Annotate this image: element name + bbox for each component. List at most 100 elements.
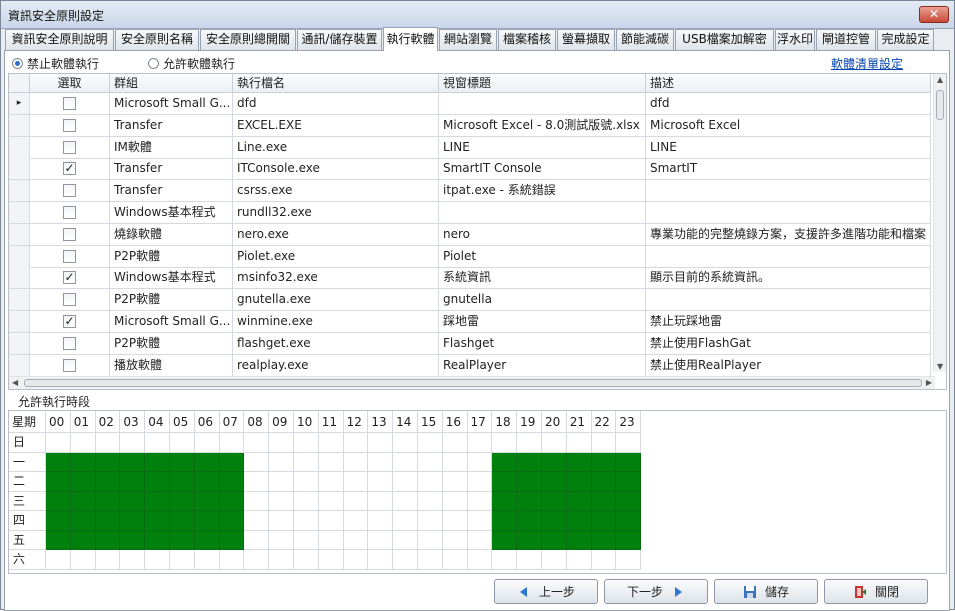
column-header-2[interactable]: 群組 [110,74,233,93]
schedule-slot[interactable] [343,472,369,492]
select-checkbox[interactable] [63,140,76,154]
exe-cell[interactable]: flashget.exe [233,332,439,355]
day-label[interactable]: 日 [9,433,46,453]
schedule-slot[interactable] [492,511,518,531]
hour-header[interactable]: 11 [318,411,344,433]
window-title-cell[interactable]: nero [439,223,646,246]
horizontal-scrollbar[interactable]: ◀ ▶ [9,376,935,389]
schedule-slot[interactable] [616,491,642,511]
schedule-slot[interactable] [591,452,617,472]
schedule-slot[interactable] [393,530,418,550]
tab-4[interactable]: 執行軟體 [383,27,438,51]
schedule-slot[interactable] [194,433,220,453]
exe-cell[interactable]: csrss.exe [233,180,439,203]
save-button[interactable]: 儲存 [714,579,818,604]
day-label[interactable]: 二 [9,472,46,492]
table-row[interactable]: Transfer csrss.exe itpat.exe - 系統錯誤 [9,180,931,203]
group-cell[interactable]: IM軟體 [110,136,233,159]
schedule-slot[interactable] [293,452,319,472]
schedule-slot[interactable] [393,433,418,453]
window-title-cell[interactable]: 踩地雷 [439,311,646,333]
tab-9[interactable]: USB檔案加解密 [675,29,774,50]
schedule-slot[interactable] [219,550,245,570]
select-checkbox[interactable] [63,358,76,372]
schedule-slot[interactable] [541,433,567,453]
schedule-slot[interactable] [591,491,617,511]
hour-header[interactable]: 00 [46,411,71,433]
column-header-5[interactable]: 描述 [646,74,931,93]
scroll-right-icon[interactable]: ▶ [926,378,932,387]
hour-header[interactable]: 10 [293,411,319,433]
schedule-slot[interactable] [566,511,592,531]
window-title-cell[interactable]: itpat.exe - 系統錯誤 [439,180,646,203]
column-header-0[interactable] [9,74,30,93]
day-label[interactable]: 一 [9,452,46,472]
exe-cell[interactable]: realplay.exe [233,354,439,377]
schedule-slot[interactable] [219,511,245,531]
scroll-left-icon[interactable]: ◀ [12,378,18,387]
schedule-slot[interactable] [541,452,567,472]
schedule-slot[interactable] [616,472,642,492]
schedule-slot[interactable] [244,530,270,550]
window-title-cell[interactable]: gnutella [439,289,646,312]
schedule-slot[interactable] [541,530,567,550]
description-cell[interactable] [646,202,931,224]
schedule-slot[interactable] [120,511,146,531]
schedule-slot[interactable] [417,511,443,531]
schedule-slot[interactable] [244,511,270,531]
schedule-slot[interactable] [145,472,170,492]
group-cell[interactable]: 燒錄軟體 [110,223,233,246]
schedule-slot[interactable] [517,452,542,472]
schedule-slot[interactable] [368,550,394,570]
day-label[interactable]: 五 [9,530,46,550]
window-title-cell[interactable]: Piolet [439,245,646,268]
select-checkbox[interactable] [63,227,76,241]
schedule-slot[interactable] [120,433,146,453]
description-cell[interactable]: 專業功能的完整燒錄方案，支援許多進階功能和檔案 [646,223,931,246]
schedule-slot[interactable] [70,511,96,531]
schedule-slot[interactable] [318,530,344,550]
group-cell[interactable]: P2P軟體 [110,245,233,268]
schedule-slot[interactable] [566,550,592,570]
exe-cell[interactable]: rundll32.exe [233,202,439,224]
schedule-slot[interactable] [194,550,220,570]
group-cell[interactable]: Transfer [110,158,233,181]
exe-cell[interactable]: EXCEL.EXE [233,114,439,137]
table-row[interactable]: Windows基本程式 rundll32.exe [9,202,931,224]
group-cell[interactable]: P2P軟體 [110,289,233,312]
exe-cell[interactable]: winmine.exe [233,311,439,333]
schedule-slot[interactable] [169,472,195,492]
schedule-slot[interactable] [95,491,121,511]
schedule-slot[interactable] [95,511,121,531]
group-cell[interactable]: Transfer [110,114,233,137]
schedule-slot[interactable] [145,491,170,511]
exe-cell[interactable]: nero.exe [233,223,439,246]
tab-11[interactable]: 閘道控管 [816,29,876,50]
hour-header[interactable]: 19 [517,411,542,433]
hour-header[interactable]: 15 [417,411,443,433]
schedule-slot[interactable] [368,491,394,511]
schedule-slot[interactable] [46,491,71,511]
schedule-slot[interactable] [541,550,567,570]
schedule-slot[interactable] [492,433,518,453]
hour-header[interactable]: 20 [541,411,567,433]
hour-header[interactable]: 22 [591,411,617,433]
schedule-slot[interactable] [46,472,71,492]
allow-radio[interactable]: 允許軟體執行 [148,55,235,72]
tab-1[interactable]: 安全原則名稱 [115,29,199,50]
schedule-slot[interactable] [492,472,518,492]
hour-header[interactable]: 23 [616,411,642,433]
day-label[interactable]: 六 [9,550,46,570]
block-radio[interactable]: 禁止軟體執行 [12,55,99,72]
select-checkbox[interactable] [63,206,76,219]
hour-header[interactable]: 08 [244,411,270,433]
schedule-slot[interactable] [368,433,394,453]
schedule-slot[interactable] [343,511,369,531]
hour-header[interactable]: 17 [467,411,493,433]
schedule-slot[interactable] [219,530,245,550]
table-row[interactable]: ✓ Microsoft Small G... winmine.exe 踩地雷 禁止玩踩地… [9,311,931,333]
exe-cell[interactable]: gnutella.exe [233,289,439,312]
hour-header[interactable]: 13 [368,411,394,433]
schedule-slot[interactable] [269,472,294,492]
description-cell[interactable] [646,180,931,203]
